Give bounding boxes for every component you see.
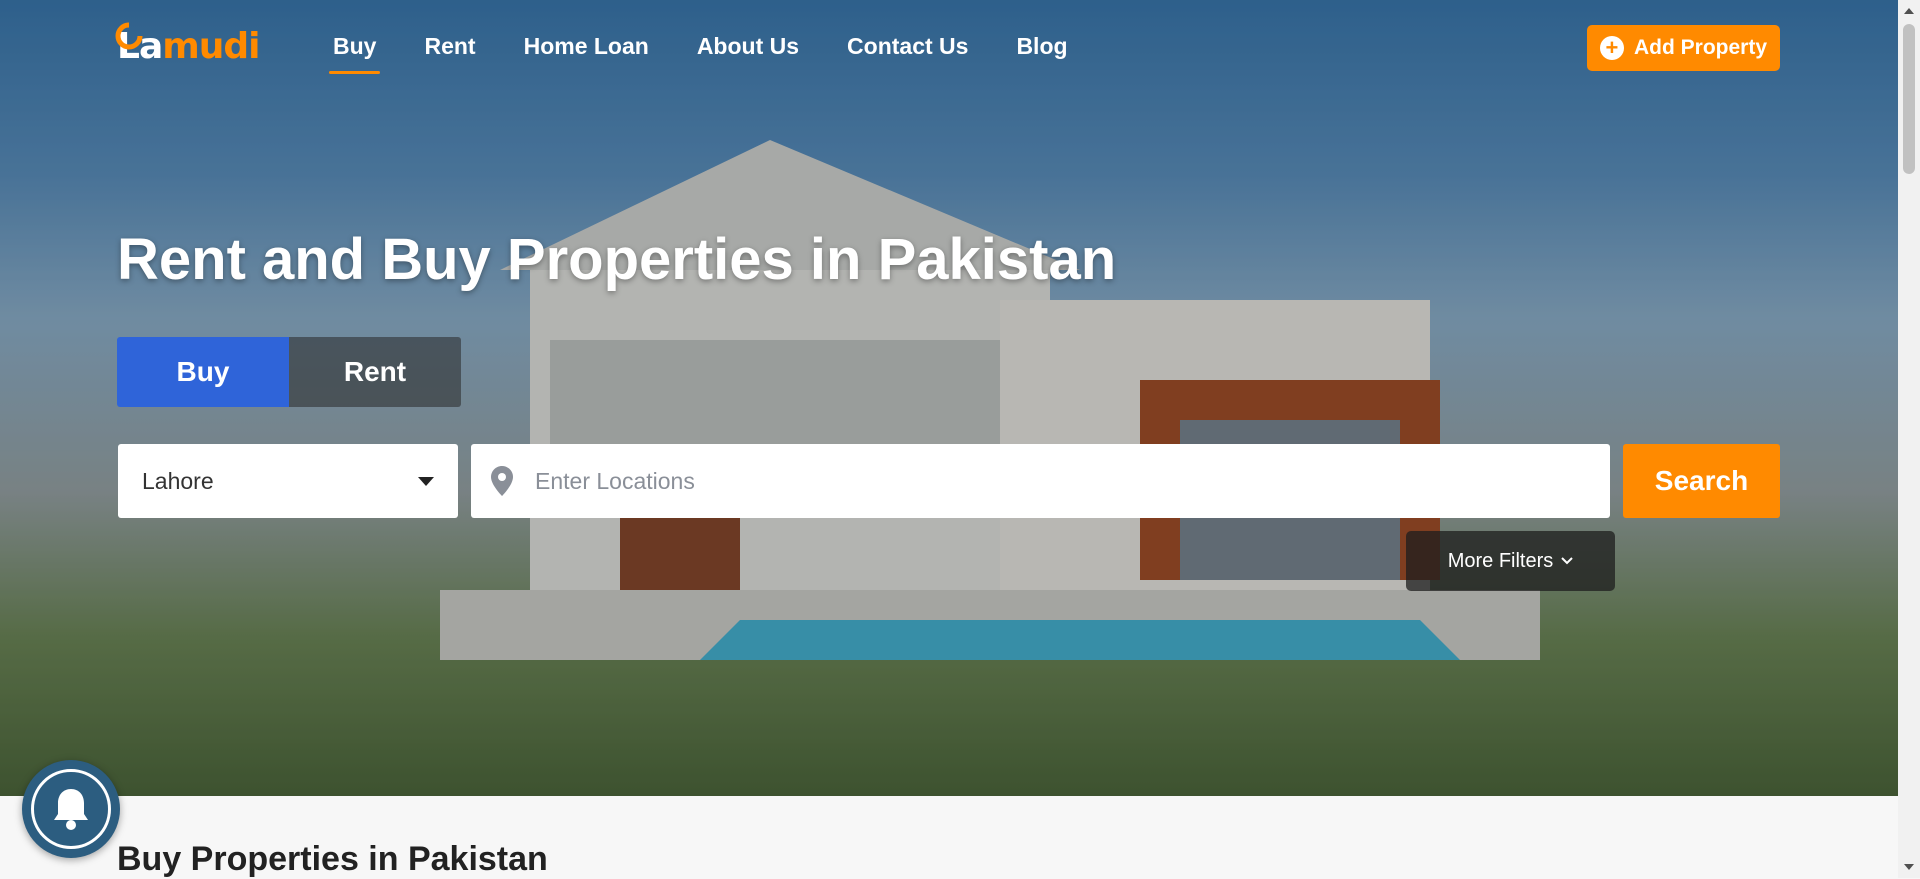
hero-headline: Rent and Buy Properties in Pakistan [117,227,1117,292]
scroll-down-icon[interactable] [1904,864,1914,870]
map-pin-icon [491,466,513,496]
city-select-value: Lahore [142,467,214,494]
page-scrollbar[interactable] [1898,0,1920,878]
scrollbar-thumb[interactable] [1903,24,1915,174]
add-property-button[interactable]: + Add Property [1587,25,1780,71]
search-button[interactable]: Search [1623,444,1780,518]
section-title: Buy Properties in Pakistan [117,840,548,878]
tab-buy[interactable]: Buy [117,337,289,407]
tab-rent[interactable]: Rent [289,337,461,407]
more-filters-label: More Filters [1447,549,1554,572]
main-nav: Buy Rent Home Loan About Us Contact Us B… [328,33,1116,74]
more-filters-button[interactable]: More Filters [1406,531,1615,591]
scroll-up-icon[interactable] [1904,8,1914,14]
bell-icon [54,789,88,830]
caret-down-icon [418,476,434,486]
nav-item-home-loan[interactable]: Home Loan [524,33,649,74]
city-select[interactable]: Lahore [118,444,458,518]
chevron-down-icon [1561,557,1573,565]
nav-item-contact-us[interactable]: Contact Us [847,33,968,74]
notification-bell-button[interactable] [22,760,120,858]
nav-item-blog[interactable]: Blog [1016,33,1067,74]
location-input[interactable] [533,466,1537,496]
logo-mark-icon [115,22,143,50]
nav-item-about-us[interactable]: About Us [697,33,799,74]
top-navbar: Lamudi Buy Rent Home Loan About Us Conta… [0,0,1898,96]
lamudi-logo[interactable]: Lamudi [115,22,260,68]
bell-ring [31,769,111,849]
buy-rent-tabs: Buy Rent [117,337,461,407]
nav-item-buy[interactable]: Buy [328,33,381,74]
plus-circle-icon: + [1599,36,1624,60]
add-property-label: Add Property [1633,36,1767,59]
location-search-field[interactable] [471,444,1610,518]
nav-item-rent[interactable]: Rent [424,33,475,74]
